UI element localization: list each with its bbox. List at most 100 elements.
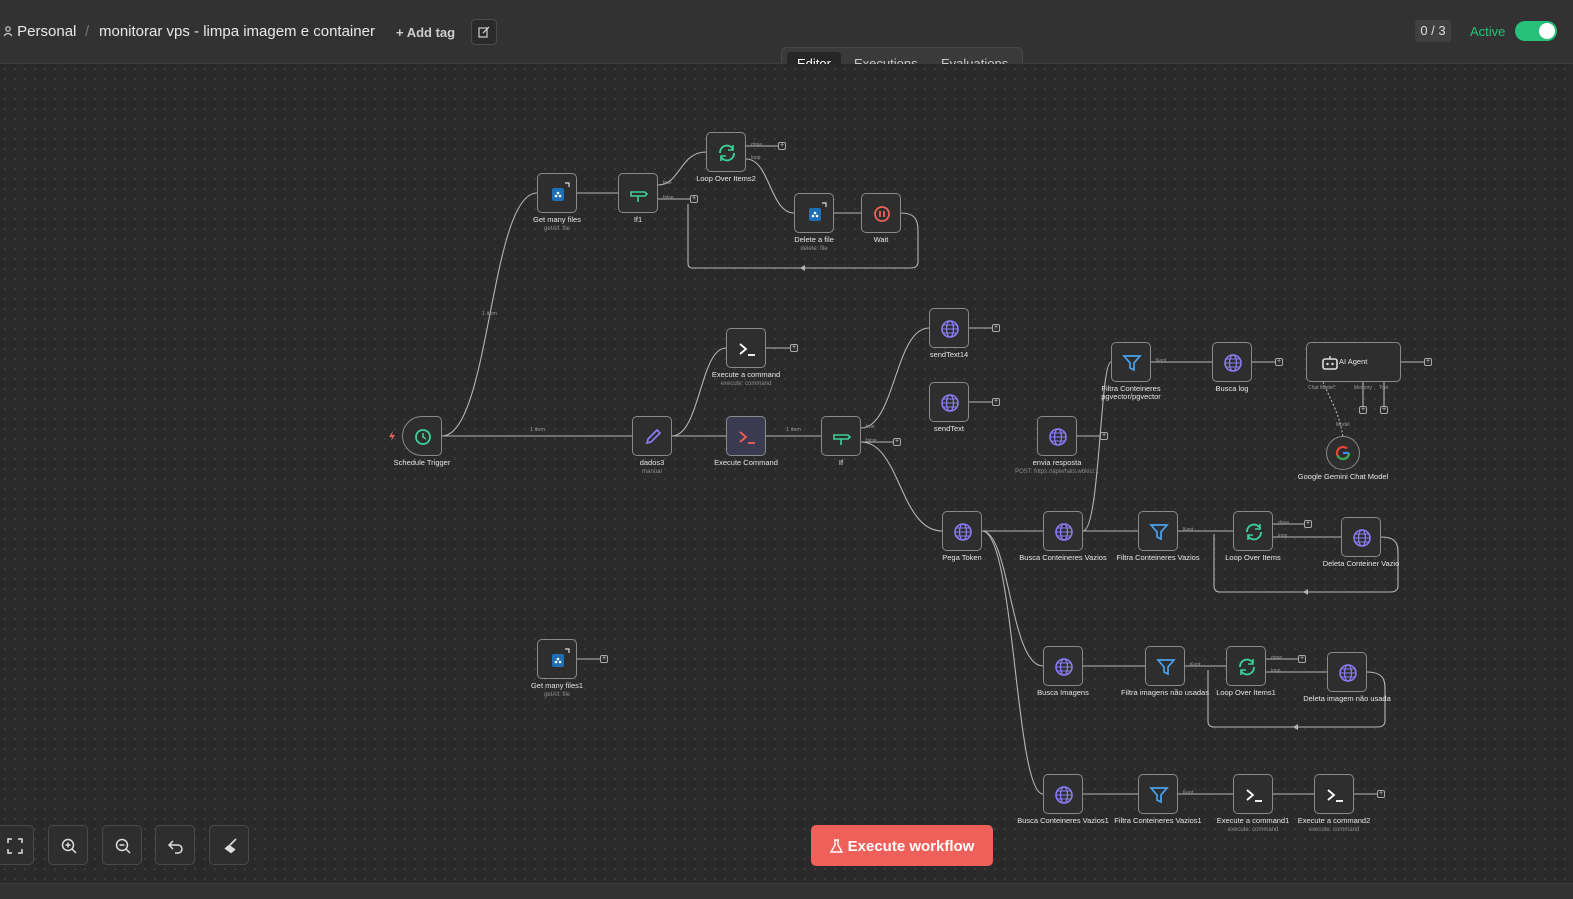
add-node-endpoint[interactable]: + bbox=[1298, 655, 1306, 663]
node-label: Execute a command2 bbox=[1297, 816, 1371, 825]
add-node-endpoint[interactable]: + bbox=[790, 344, 798, 352]
node-label: If1 bbox=[633, 215, 643, 224]
add-node-endpoint[interactable]: + bbox=[1275, 358, 1283, 366]
port-label-true: true bbox=[866, 424, 875, 430]
zoom-out-button[interactable] bbox=[102, 825, 142, 865]
node-envia-resposta[interactable] bbox=[1037, 416, 1077, 456]
add-node-endpoint[interactable]: + bbox=[893, 438, 901, 446]
node-loop-over-items1[interactable] bbox=[1226, 646, 1266, 686]
node-label: Wait bbox=[873, 235, 889, 244]
node-filtra-conteineres-vazios1[interactable] bbox=[1138, 774, 1178, 814]
add-node-endpoint[interactable]: + bbox=[1377, 790, 1385, 798]
port-label-kept: Kept bbox=[1183, 790, 1194, 796]
globe-icon bbox=[941, 394, 959, 412]
node-google-gemini-chat-model[interactable] bbox=[1326, 436, 1360, 470]
node-if[interactable] bbox=[821, 416, 861, 456]
node-label: Loop Over Items1 bbox=[1216, 688, 1276, 697]
fit-view-button[interactable] bbox=[0, 825, 34, 865]
add-node-endpoint[interactable]: + bbox=[1100, 432, 1108, 440]
node-schedule-trigger[interactable] bbox=[402, 416, 442, 456]
project-name: Personal bbox=[17, 23, 77, 40]
node-label: Busca Imagens bbox=[1037, 688, 1089, 697]
node-label: Google Gemini Chat Model bbox=[1297, 472, 1389, 481]
node-busca-conteineres-vazios[interactable] bbox=[1043, 511, 1083, 551]
add-node-endpoint[interactable]: + bbox=[690, 195, 698, 203]
add-node-endpoint[interactable]: + bbox=[1424, 358, 1432, 366]
node-execute-a-command2[interactable] bbox=[1314, 774, 1354, 814]
add-node-endpoint[interactable]: + bbox=[992, 324, 1000, 332]
node-pega-token[interactable] bbox=[942, 511, 982, 551]
workflow-name[interactable]: monitorar vps - limpa imagem e container bbox=[99, 23, 375, 40]
node-ai-agent[interactable]: AI Agent bbox=[1306, 342, 1401, 382]
node-get-many-files[interactable] bbox=[537, 173, 577, 213]
add-node-endpoint[interactable]: + bbox=[1359, 406, 1367, 414]
filter-icon bbox=[1149, 787, 1169, 804]
node-wait[interactable] bbox=[861, 193, 901, 233]
node-label: sendText14 bbox=[929, 350, 969, 359]
execute-workflow-button[interactable]: Execute workflow bbox=[811, 825, 993, 866]
node-busca-log[interactable] bbox=[1212, 342, 1252, 382]
add-node-endpoint[interactable]: + bbox=[992, 398, 1000, 406]
port-label-false: false bbox=[663, 195, 674, 201]
node-label: Busca Conteineres Vazios bbox=[1019, 553, 1107, 562]
port-label-memory: Memory bbox=[1354, 385, 1373, 391]
port-label-tool: Tool bbox=[1379, 385, 1389, 391]
user-icon bbox=[3, 26, 13, 37]
edge-label-item-count: 1 item bbox=[786, 427, 801, 433]
add-node-endpoint[interactable]: + bbox=[600, 655, 608, 663]
node-subtitle: getAll: file bbox=[543, 692, 570, 698]
tidy-up-button[interactable] bbox=[209, 825, 249, 865]
port-label-done: done bbox=[1271, 655, 1283, 661]
node-busca-conteineres-vazios1[interactable] bbox=[1043, 774, 1083, 814]
node-subtitle: manual bbox=[642, 469, 662, 475]
node-loop-over-items2[interactable] bbox=[706, 132, 746, 172]
node-busca-imagens[interactable] bbox=[1043, 646, 1083, 686]
node-execute-a-command[interactable] bbox=[726, 328, 766, 368]
node-if1[interactable] bbox=[618, 173, 658, 213]
node-dados3[interactable] bbox=[632, 416, 672, 456]
fullscreen-icon bbox=[7, 838, 23, 854]
broom-icon bbox=[224, 838, 237, 854]
node-label: Loop Over Items2 bbox=[696, 174, 756, 183]
terminal-icon bbox=[739, 343, 755, 356]
active-toggle[interactable] bbox=[1515, 21, 1557, 41]
workflow-canvas[interactable]: 1 item 1 item 1 item true false done loo… bbox=[0, 64, 1573, 883]
edge-label-item-count: 1 item bbox=[482, 311, 497, 317]
node-deleta-conteiner-vazio[interactable] bbox=[1341, 517, 1381, 557]
node-execute-a-command1[interactable] bbox=[1233, 774, 1273, 814]
globe-icon bbox=[941, 320, 959, 338]
node-deleta-imagem[interactable] bbox=[1327, 652, 1367, 692]
docker-icon bbox=[552, 182, 570, 201]
node-execute-command[interactable] bbox=[726, 416, 766, 456]
node-label: Filtra Conteineres pgvector/pgvector bbox=[1101, 384, 1161, 401]
port-label-true: true bbox=[663, 180, 672, 186]
add-node-endpoint[interactable]: + bbox=[1380, 406, 1388, 414]
breadcrumb-separator: / bbox=[85, 23, 90, 40]
add-node-endpoint[interactable]: + bbox=[778, 142, 786, 150]
clock-icon bbox=[415, 429, 431, 445]
port-label-loop: loop bbox=[751, 155, 761, 161]
zoom-in-button[interactable] bbox=[48, 825, 88, 865]
node-delete-a-file[interactable] bbox=[794, 193, 834, 233]
node-filtra-conteineres-pgvector[interactable] bbox=[1111, 342, 1151, 382]
add-tag-button[interactable]: + Add tag bbox=[396, 25, 455, 40]
node-label: Busca Conteineres Vazios1 bbox=[1017, 816, 1109, 825]
node-get-many-files1[interactable] bbox=[537, 639, 577, 679]
node-sendtext14[interactable] bbox=[929, 308, 969, 348]
node-subtitle: POST: https://apiwhats.wbkici... bbox=[1015, 469, 1099, 475]
node-subtitle: execute: command bbox=[720, 381, 772, 387]
undo-button[interactable] bbox=[155, 825, 195, 865]
node-subtitle: execute: command bbox=[1308, 827, 1360, 833]
node-label: If bbox=[838, 458, 844, 467]
port-label-done: done bbox=[1278, 520, 1290, 526]
node-sendtext[interactable] bbox=[929, 382, 969, 422]
add-node-endpoint[interactable]: + bbox=[1304, 520, 1312, 528]
globe-icon bbox=[1055, 786, 1073, 804]
project-breadcrumb[interactable]: Personal bbox=[3, 23, 76, 40]
node-loop-over-items[interactable] bbox=[1233, 511, 1273, 551]
node-label: Execute a command bbox=[711, 370, 781, 379]
node-filtra-imagens[interactable] bbox=[1145, 646, 1185, 686]
node-filtra-conteineres-vazios[interactable] bbox=[1138, 511, 1178, 551]
port-label-chat-model: Chat Model* bbox=[1308, 385, 1336, 391]
edit-description-button[interactable] bbox=[471, 19, 497, 45]
